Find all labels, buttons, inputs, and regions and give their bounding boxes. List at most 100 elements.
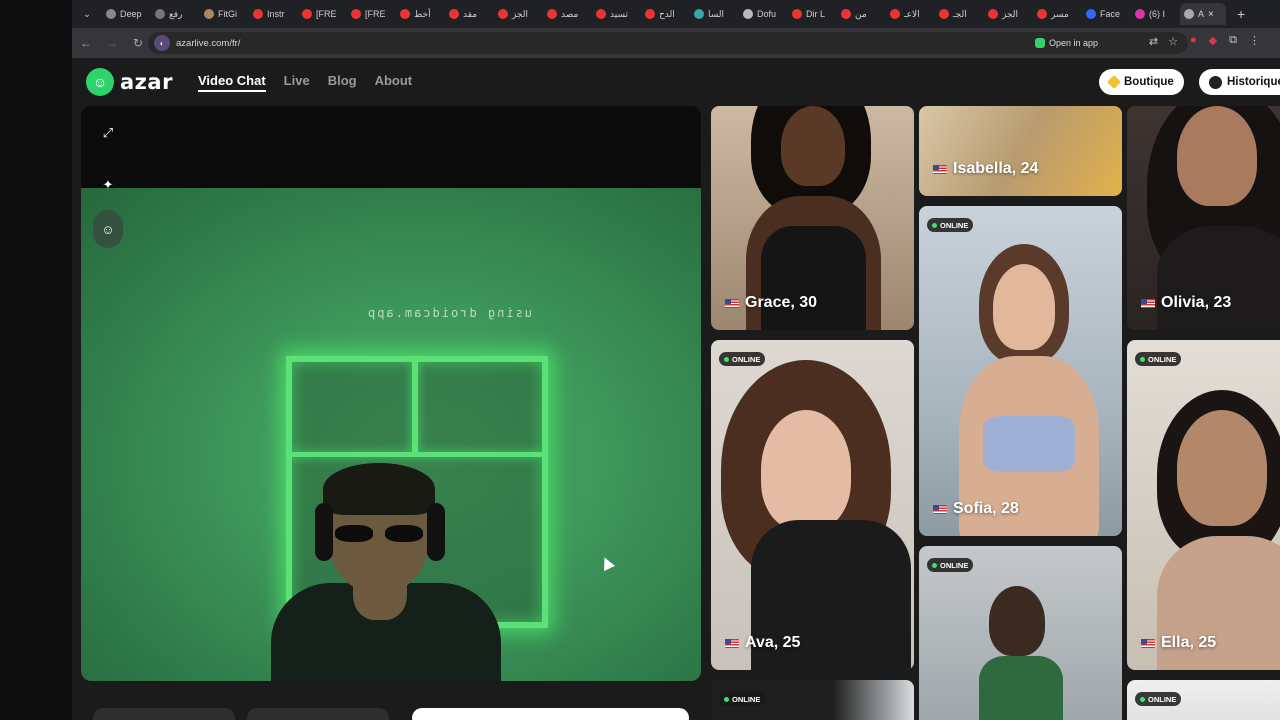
- tab-close-icon[interactable]: ×: [1208, 9, 1214, 20]
- start-button[interactable]: [412, 708, 689, 720]
- more-icon[interactable]: ⋮: [1249, 34, 1260, 47]
- tab-label: أخط: [414, 8, 431, 19]
- profile-card-olivia[interactable]: Olivia, 23: [1127, 106, 1280, 330]
- tab-favicon-icon: [792, 9, 802, 19]
- address-bar: ← → ↻ ◐ azarlive.com/fr/ Open in app ⇄ ☆…: [72, 28, 1280, 58]
- browser-tab[interactable]: تسيد: [592, 3, 638, 25]
- nav-about[interactable]: About: [375, 73, 413, 92]
- profile-card-7[interactable]: ONLINE: [711, 680, 914, 720]
- nav-live[interactable]: Live: [284, 73, 310, 92]
- reload-icon[interactable]: ↻: [126, 31, 150, 55]
- tab-search-icon[interactable]: ⌄: [76, 3, 98, 25]
- browser-tab[interactable]: Face: [1082, 3, 1128, 25]
- profile-card-9[interactable]: ONLINE: [1127, 680, 1280, 720]
- online-badge: ONLINE: [1135, 692, 1182, 706]
- tab-favicon-icon: [1135, 9, 1145, 19]
- profile-name: Grace, 30: [725, 294, 817, 312]
- new-tab-icon[interactable]: +: [1237, 6, 1245, 22]
- sparkle-effects-icon[interactable]: ✦: [93, 170, 123, 200]
- browser-tab[interactable]: [FRE: [347, 3, 393, 25]
- extension-red-icon[interactable]: ●: [1190, 34, 1197, 47]
- browser-tab[interactable]: [FRE: [298, 3, 344, 25]
- browser-tab[interactable]: Dir L: [788, 3, 834, 25]
- profile-card-grace[interactable]: Grace, 30: [711, 106, 914, 330]
- profile-grid: Grace, 30 ONLINE Ava, 25 ONLINE Isabella…: [711, 106, 1280, 720]
- browser-tab[interactable]: رفع: [151, 3, 197, 25]
- tab-favicon-icon: [1086, 9, 1096, 19]
- face-filter-icon[interactable]: ☺: [93, 214, 123, 244]
- browser-tab[interactable]: Dofu: [739, 3, 785, 25]
- browser-tab[interactable]: مسر: [1033, 3, 1079, 25]
- browser-tab[interactable]: مقد: [445, 3, 491, 25]
- bookmark-star-icon[interactable]: ☆: [1168, 35, 1178, 48]
- tab-favicon-icon: [694, 9, 704, 19]
- forward-icon[interactable]: →: [100, 31, 124, 55]
- profile-card-ava[interactable]: ONLINE Ava, 25: [711, 340, 914, 670]
- tab-label: الدح: [659, 8, 675, 19]
- us-flag-icon: [1141, 638, 1155, 648]
- tab-favicon-icon: [841, 9, 851, 19]
- browser-tab[interactable]: من: [837, 3, 883, 25]
- azar-logo[interactable]: ☺ azar: [86, 68, 173, 96]
- nav-blog[interactable]: Blog: [328, 73, 357, 92]
- azar-page: ☺ azar Video Chat Live Blog About Boutiq…: [72, 58, 1280, 720]
- tab-label: رفع: [169, 8, 183, 19]
- browser-tab[interactable]: (6) I: [1131, 3, 1177, 25]
- tab-label: تسيد: [610, 8, 628, 19]
- browser-tab[interactable]: السا: [690, 3, 736, 25]
- open-in-app-button[interactable]: Open in app: [1034, 35, 1098, 51]
- browser-tab[interactable]: A ×: [1180, 3, 1226, 25]
- profile-name: Sofia, 28: [933, 500, 1019, 518]
- browser-tab[interactable]: أخط: [396, 3, 442, 25]
- online-badge: ONLINE: [1135, 352, 1182, 366]
- browser-tab[interactable]: الدح: [641, 3, 687, 25]
- nav-video-chat[interactable]: Video Chat: [198, 73, 266, 92]
- profile-name: Ava, 25: [725, 634, 800, 652]
- browser-tab[interactable]: الجز: [494, 3, 540, 25]
- tab-favicon-icon: [106, 9, 116, 19]
- online-badge: ONLINE: [927, 218, 974, 232]
- tab-bar: ⌄ Deep رفع FitGi Instr [FRE [FRE أخط مقد الجز مصد…: [72, 0, 1280, 28]
- profile-name: Ella, 25: [1141, 634, 1216, 652]
- tab-label: Dofu: [757, 9, 777, 19]
- webcam-feed: using droidcam.app: [81, 188, 701, 681]
- site-info-icon[interactable]: ◐: [154, 35, 170, 51]
- profile-card-8[interactable]: ONLINE: [919, 546, 1122, 720]
- back-icon[interactable]: ←: [74, 31, 98, 55]
- tab-label: الاعـ: [904, 8, 920, 19]
- extension-shield-icon[interactable]: ◆: [1209, 34, 1217, 47]
- control-button-1[interactable]: [93, 708, 235, 720]
- webcam-person: [271, 463, 501, 681]
- tab-label: مصد: [561, 8, 579, 19]
- tab-favicon-icon: [890, 9, 900, 19]
- browser-tab[interactable]: FitGi: [200, 3, 246, 25]
- browser-tab[interactable]: الاعـ: [886, 3, 932, 25]
- control-button-2[interactable]: [247, 708, 389, 720]
- tab-favicon-icon: [302, 9, 312, 19]
- browser-tab[interactable]: الجز: [984, 3, 1030, 25]
- browser-tab[interactable]: Instr: [249, 3, 295, 25]
- profile-card-sofia[interactable]: ONLINE Sofia, 28: [919, 206, 1122, 536]
- us-flag-icon: [933, 164, 947, 174]
- profile-card-ella[interactable]: ONLINE Ella, 25: [1127, 340, 1280, 670]
- tab-label: الجـ: [953, 8, 967, 19]
- open-in-app-label: Open in app: [1048, 38, 1098, 48]
- history-button[interactable]: Historique: [1199, 69, 1280, 95]
- tab-label: من: [855, 8, 867, 19]
- browser-tab[interactable]: الجـ: [935, 3, 981, 25]
- expand-icon[interactable]: ⤢: [93, 118, 123, 148]
- tab-favicon-icon: [253, 9, 263, 19]
- profile-card-isabella[interactable]: Isabella, 24: [919, 106, 1122, 196]
- camera-watermark: using droidcam.app: [366, 306, 533, 320]
- url-text: azarlive.com/fr/: [176, 37, 241, 49]
- tab-label: [FRE: [316, 9, 337, 19]
- shop-button[interactable]: Boutique: [1099, 69, 1184, 95]
- left-black-strip: [0, 0, 72, 720]
- browser-tab[interactable]: مصد: [543, 3, 589, 25]
- url-input[interactable]: ◐ azarlive.com/fr/ Open in app ⇄ ☆: [148, 32, 1188, 54]
- tab-favicon-icon: [351, 9, 361, 19]
- tab-label: Instr: [267, 9, 285, 19]
- extensions-puzzle-icon[interactable]: ⧉: [1229, 34, 1237, 47]
- browser-tab[interactable]: Deep: [102, 3, 148, 25]
- translate-icon[interactable]: ⇄: [1149, 35, 1158, 48]
